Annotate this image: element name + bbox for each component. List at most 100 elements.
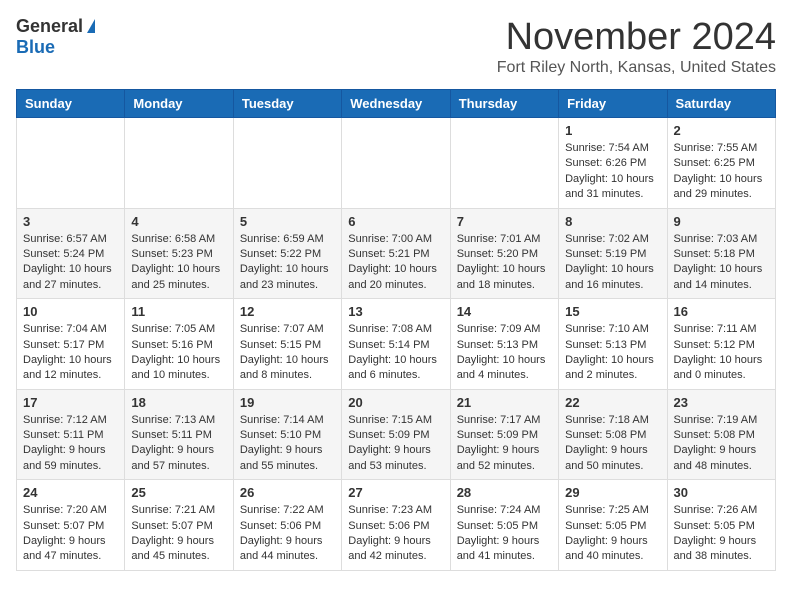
day-info: Sunrise: 7:26 AM Sunset: 5:05 PM Dayligh… bbox=[674, 503, 769, 565]
day-number: 30 bbox=[674, 485, 769, 500]
day-info: Sunrise: 7:03 AM Sunset: 5:18 PM Dayligh… bbox=[674, 232, 769, 294]
calendar-cell: 3 Sunrise: 6:57 AM Sunset: 5:24 PM Daylig… bbox=[17, 208, 125, 299]
day-number: 9 bbox=[674, 214, 769, 229]
day-info: Sunrise: 7:21 AM Sunset: 5:07 PM Dayligh… bbox=[131, 503, 226, 565]
day-number: 6 bbox=[348, 214, 443, 229]
calendar-cell: 18 Sunrise: 7:13 AM Sunset: 5:11 PM Dayli… bbox=[125, 389, 233, 480]
day-info: Sunrise: 6:57 AM Sunset: 5:24 PM Dayligh… bbox=[23, 232, 118, 294]
day-number: 18 bbox=[131, 395, 226, 410]
calendar-cell: 16 Sunrise: 7:11 AM Sunset: 5:12 PM Dayli… bbox=[667, 299, 775, 390]
calendar-header-row: SundayMondayTuesdayWednesdayThursdayFrid… bbox=[17, 90, 776, 118]
title-section: November 2024 Fort Riley North, Kansas, … bbox=[497, 16, 776, 77]
calendar-cell: 28Sunrise: 7:24 AM Sunset: 5:05 PM Dayli… bbox=[450, 480, 558, 571]
day-info: Sunrise: 7:17 AM Sunset: 5:09 PM Dayligh… bbox=[457, 413, 552, 475]
calendar-week-row: 10 Sunrise: 7:04 AM Sunset: 5:17 PM Dayli… bbox=[17, 299, 776, 390]
calendar-cell: 6 Sunrise: 7:00 AM Sunset: 5:21 PM Daylig… bbox=[342, 208, 450, 299]
day-info: Sunrise: 7:00 AM Sunset: 5:21 PM Dayligh… bbox=[348, 232, 443, 294]
day-info: Sunrise: 7:23 AM Sunset: 5:06 PM Dayligh… bbox=[348, 503, 443, 565]
day-info: Sunrise: 7:11 AM Sunset: 5:12 PM Dayligh… bbox=[674, 322, 769, 384]
day-info: Sunrise: 6:59 AM Sunset: 5:22 PM Dayligh… bbox=[240, 232, 335, 294]
calendar-week-row: 3 Sunrise: 6:57 AM Sunset: 5:24 PM Daylig… bbox=[17, 208, 776, 299]
calendar-cell: 10 Sunrise: 7:04 AM Sunset: 5:17 PM Dayli… bbox=[17, 299, 125, 390]
calendar-cell: 11 Sunrise: 7:05 AM Sunset: 5:16 PM Dayli… bbox=[125, 299, 233, 390]
day-info: Sunrise: 7:05 AM Sunset: 5:16 PM Dayligh… bbox=[131, 322, 226, 384]
day-number: 13 bbox=[348, 304, 443, 319]
day-number: 19 bbox=[240, 395, 335, 410]
calendar-cell bbox=[342, 118, 450, 209]
calendar-cell: 2 Sunrise: 7:55 AM Sunset: 6:25 PM Daylig… bbox=[667, 118, 775, 209]
day-number: 26 bbox=[240, 485, 335, 500]
weekday-header: Sunday bbox=[17, 90, 125, 118]
calendar-cell: 26 Sunrise: 7:22 AM Sunset: 5:06 PM Dayli… bbox=[233, 480, 341, 571]
calendar-cell: 4 Sunrise: 6:58 AM Sunset: 5:23 PM Daylig… bbox=[125, 208, 233, 299]
day-number: 23 bbox=[674, 395, 769, 410]
calendar-cell: 30 Sunrise: 7:26 AM Sunset: 5:05 PM Dayli… bbox=[667, 480, 775, 571]
weekday-header: Tuesday bbox=[233, 90, 341, 118]
day-number: 20 bbox=[348, 395, 443, 410]
weekday-header: Thursday bbox=[450, 90, 558, 118]
day-info: Sunrise: 7:55 AM Sunset: 6:25 PM Dayligh… bbox=[674, 141, 769, 203]
day-info: Sunrise: 7:04 AM Sunset: 5:17 PM Dayligh… bbox=[23, 322, 118, 384]
day-number: 11 bbox=[131, 304, 226, 319]
day-number: 28 bbox=[457, 485, 552, 500]
logo-blue-text: Blue bbox=[16, 37, 55, 58]
day-info: Sunrise: 7:01 AM Sunset: 5:20 PM Dayligh… bbox=[457, 232, 552, 294]
day-info: Sunrise: 6:58 AM Sunset: 5:23 PM Dayligh… bbox=[131, 232, 226, 294]
day-info: Sunrise: 7:02 AM Sunset: 5:19 PM Dayligh… bbox=[565, 232, 660, 294]
day-info: Sunrise: 7:22 AM Sunset: 5:06 PM Dayligh… bbox=[240, 503, 335, 565]
day-number: 25 bbox=[131, 485, 226, 500]
calendar-cell: 17Sunrise: 7:12 AM Sunset: 5:11 PM Dayli… bbox=[17, 389, 125, 480]
calendar-cell bbox=[233, 118, 341, 209]
day-number: 15 bbox=[565, 304, 660, 319]
day-number: 21 bbox=[457, 395, 552, 410]
day-number: 7 bbox=[457, 214, 552, 229]
day-number: 2 bbox=[674, 123, 769, 138]
calendar-cell: 25 Sunrise: 7:21 AM Sunset: 5:07 PM Dayli… bbox=[125, 480, 233, 571]
weekday-header: Monday bbox=[125, 90, 233, 118]
day-number: 27 bbox=[348, 485, 443, 500]
calendar-cell: 20 Sunrise: 7:15 AM Sunset: 5:09 PM Dayli… bbox=[342, 389, 450, 480]
calendar-cell: 9 Sunrise: 7:03 AM Sunset: 5:18 PM Daylig… bbox=[667, 208, 775, 299]
day-info: Sunrise: 7:15 AM Sunset: 5:09 PM Dayligh… bbox=[348, 413, 443, 475]
calendar-cell: 1 Sunrise: 7:54 AM Sunset: 6:26 PM Daylig… bbox=[559, 118, 667, 209]
calendar-week-row: 24Sunrise: 7:20 AM Sunset: 5:07 PM Dayli… bbox=[17, 480, 776, 571]
day-number: 29 bbox=[565, 485, 660, 500]
logo-triangle-icon bbox=[87, 19, 95, 33]
calendar-cell: 5 Sunrise: 6:59 AM Sunset: 5:22 PM Daylig… bbox=[233, 208, 341, 299]
calendar-cell: 23 Sunrise: 7:19 AM Sunset: 5:08 PM Dayli… bbox=[667, 389, 775, 480]
day-info: Sunrise: 7:25 AM Sunset: 5:05 PM Dayligh… bbox=[565, 503, 660, 565]
calendar-cell: 8 Sunrise: 7:02 AM Sunset: 5:19 PM Daylig… bbox=[559, 208, 667, 299]
day-number: 24 bbox=[23, 485, 118, 500]
calendar-cell: 22Sunrise: 7:18 AM Sunset: 5:08 PM Dayli… bbox=[559, 389, 667, 480]
day-number: 3 bbox=[23, 214, 118, 229]
calendar-cell: 19 Sunrise: 7:14 AM Sunset: 5:10 PM Dayli… bbox=[233, 389, 341, 480]
day-info: Sunrise: 7:09 AM Sunset: 5:13 PM Dayligh… bbox=[457, 322, 552, 384]
day-number: 8 bbox=[565, 214, 660, 229]
logo: General Blue bbox=[16, 16, 95, 58]
calendar-cell: 21 Sunrise: 7:17 AM Sunset: 5:09 PM Dayli… bbox=[450, 389, 558, 480]
day-info: Sunrise: 7:19 AM Sunset: 5:08 PM Dayligh… bbox=[674, 413, 769, 475]
logo-general-text: General bbox=[16, 16, 83, 37]
calendar-cell: 15 Sunrise: 7:10 AM Sunset: 5:13 PM Dayli… bbox=[559, 299, 667, 390]
calendar-cell: 14Sunrise: 7:09 AM Sunset: 5:13 PM Dayli… bbox=[450, 299, 558, 390]
day-number: 16 bbox=[674, 304, 769, 319]
calendar-cell: 27 Sunrise: 7:23 AM Sunset: 5:06 PM Dayli… bbox=[342, 480, 450, 571]
day-number: 5 bbox=[240, 214, 335, 229]
day-number: 22 bbox=[565, 395, 660, 410]
day-info: Sunrise: 7:13 AM Sunset: 5:11 PM Dayligh… bbox=[131, 413, 226, 475]
day-info: Sunrise: 7:14 AM Sunset: 5:10 PM Dayligh… bbox=[240, 413, 335, 475]
calendar-cell bbox=[17, 118, 125, 209]
day-number: 1 bbox=[565, 123, 660, 138]
day-number: 10 bbox=[23, 304, 118, 319]
calendar-cell: 7 Sunrise: 7:01 AM Sunset: 5:20 PM Daylig… bbox=[450, 208, 558, 299]
day-info: Sunrise: 7:08 AM Sunset: 5:14 PM Dayligh… bbox=[348, 322, 443, 384]
calendar-table: SundayMondayTuesdayWednesdayThursdayFrid… bbox=[16, 89, 776, 571]
day-info: Sunrise: 7:10 AM Sunset: 5:13 PM Dayligh… bbox=[565, 322, 660, 384]
weekday-header: Friday bbox=[559, 90, 667, 118]
calendar-cell: 29 Sunrise: 7:25 AM Sunset: 5:05 PM Dayli… bbox=[559, 480, 667, 571]
calendar-week-row: 17Sunrise: 7:12 AM Sunset: 5:11 PM Dayli… bbox=[17, 389, 776, 480]
day-number: 17 bbox=[23, 395, 118, 410]
day-number: 4 bbox=[131, 214, 226, 229]
weekday-header: Wednesday bbox=[342, 90, 450, 118]
day-info: Sunrise: 7:54 AM Sunset: 6:26 PM Dayligh… bbox=[565, 141, 660, 203]
